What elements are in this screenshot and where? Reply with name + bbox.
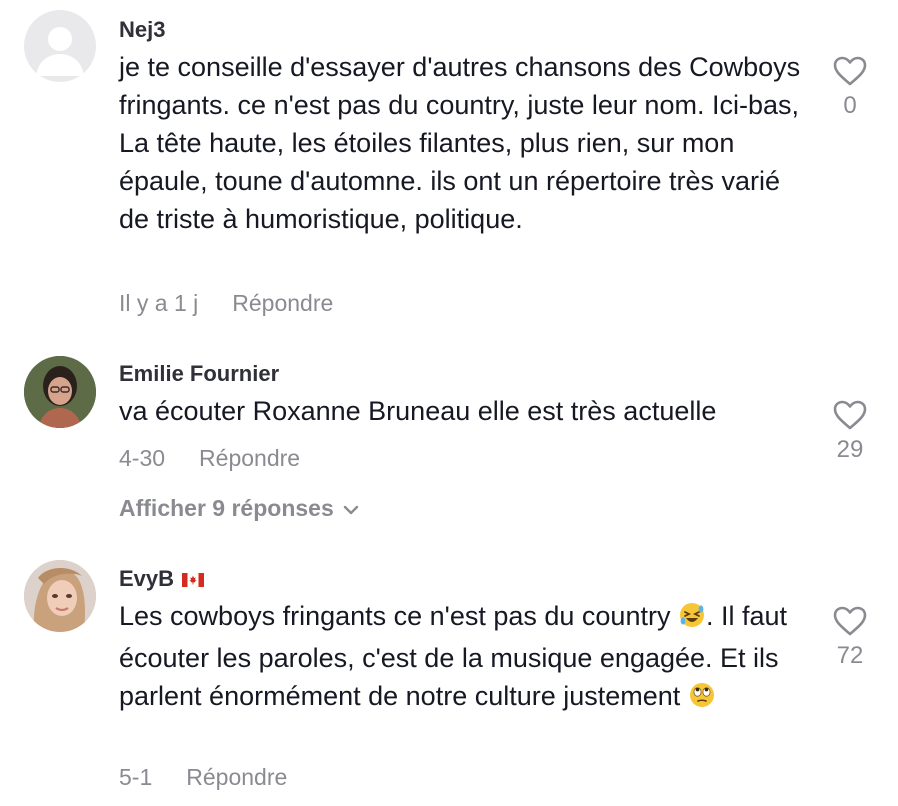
user-photo-avatar: [24, 356, 96, 428]
avatar[interactable]: [24, 356, 96, 428]
comment-text-part: Les cowboys fringants ce n'est pas du co…: [119, 601, 678, 631]
chevron-down-icon[interactable]: [342, 504, 360, 516]
reply-button[interactable]: Répondre: [199, 445, 300, 471]
heart-icon[interactable]: [833, 606, 867, 636]
avatar[interactable]: [24, 560, 96, 632]
comment-meta: Il y a 1 j Répondre: [119, 289, 333, 317]
view-replies-label[interactable]: Afficher 9 réponses: [119, 495, 334, 521]
comment-timestamp: 5-1: [119, 764, 153, 790]
comment-username[interactable]: Emilie Fournier: [119, 360, 279, 388]
eye-roll-emoji: [688, 681, 716, 719]
view-replies-button[interactable]: Afficher 9 réponses: [119, 494, 360, 522]
like-count: 72: [836, 642, 864, 669]
like-button[interactable]: 72: [830, 606, 870, 670]
avatar[interactable]: [24, 10, 96, 82]
reply-button[interactable]: Répondre: [232, 290, 333, 316]
comment-text: je te conseille d'essayer d'autres chans…: [119, 52, 801, 234]
comment-username[interactable]: Nej3: [119, 16, 165, 44]
comment-text: Les cowboys fringants ce n'est pas du co…: [119, 597, 809, 719]
reply-button[interactable]: Répondre: [186, 764, 287, 790]
comment-meta: 5-1 Répondre: [119, 763, 287, 791]
rolling-laughing-emoji: [678, 601, 706, 639]
like-button[interactable]: 0: [830, 56, 870, 120]
like-button[interactable]: 29: [830, 400, 870, 464]
comment-timestamp: 4-30: [119, 445, 166, 471]
heart-icon[interactable]: [833, 400, 867, 430]
heart-icon[interactable]: [833, 56, 867, 86]
comment-username[interactable]: EvyB: [119, 565, 205, 594]
like-count: 29: [836, 436, 864, 463]
user-photo-avatar: [24, 560, 96, 632]
like-count: 0: [843, 92, 857, 119]
comment-text: va écouter Roxanne Bruneau elle est très…: [119, 396, 717, 426]
comment-username-label[interactable]: EvyB: [119, 566, 174, 591]
default-avatar-icon: [36, 27, 84, 76]
canada-flag-icon: [182, 566, 205, 594]
comment-meta: 4-30 Répondre: [119, 444, 300, 472]
comment-timestamp: Il y a 1 j: [119, 290, 199, 316]
